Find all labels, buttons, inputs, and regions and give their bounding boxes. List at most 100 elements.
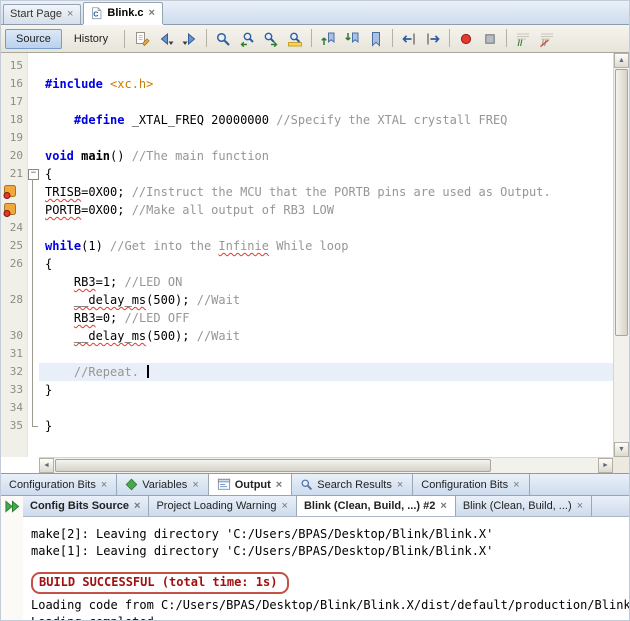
code-line[interactable]: 31 — [1, 345, 613, 363]
editor-horizontal-scrollbar[interactable]: ◄ ► — [39, 457, 613, 473]
editor-vertical-scrollbar[interactable]: ▲ ▼ — [613, 53, 629, 457]
code-line[interactable]: 26 { — [1, 255, 613, 273]
code-line[interactable]: 28 __delay_ms(500); //Wait — [1, 291, 613, 309]
source-view-button[interactable]: Source — [5, 28, 62, 49]
code-line[interactable]: 21 { — [1, 165, 613, 183]
tab-close-icon[interactable]: × — [66, 9, 74, 20]
code-line[interactable]: 24 — [1, 219, 613, 237]
find-selection-button[interactable] — [211, 27, 235, 51]
shift-right-button[interactable] — [421, 27, 445, 51]
line-number-gutter[interactable]: 17 — [1, 93, 27, 111]
find-previous-button[interactable] — [235, 27, 259, 51]
output-tab-config-bits-source[interactable]: Config Bits Source × — [23, 496, 150, 516]
line-number-gutter[interactable]: 15 — [1, 57, 27, 75]
code-line[interactable]: PORTB=0X00; //Make all output of RB3 LOW — [1, 201, 613, 219]
history-view-button[interactable]: History — [63, 29, 119, 49]
code-line[interactable]: 15 — [1, 57, 613, 75]
code-line[interactable]: 30 __delay_ms(500); //Wait — [1, 327, 613, 345]
line-number-gutter[interactable]: 28 — [1, 291, 27, 309]
line-number-gutter[interactable]: 19 — [1, 129, 27, 147]
tab-close-icon[interactable]: × — [275, 479, 283, 490]
code-line[interactable]: 18 #define _XTAL_FREQ 20000000 //Specify… — [1, 111, 613, 129]
code-line[interactable]: 34 — [1, 399, 613, 417]
scroll-left-button[interactable]: ◄ — [39, 458, 54, 473]
panel-tab-configuration-bits[interactable]: Configuration Bits × — [413, 474, 530, 495]
tab-close-icon[interactable]: × — [439, 501, 447, 512]
find-next-button[interactable] — [259, 27, 283, 51]
output-tab-blink-clean-build-2[interactable]: Blink (Clean, Build, ...) #2 × — [296, 496, 456, 516]
toolbar-separator — [506, 28, 508, 47]
back-button[interactable] — [154, 27, 178, 51]
previous-bookmark-button[interactable] — [316, 27, 340, 51]
code-editor[interactable]: 15 16 #include <xc.h> 17 18 #define _XTAL_FR… — [1, 53, 629, 473]
tab-close-icon[interactable]: × — [281, 501, 289, 512]
tab-close-icon[interactable]: × — [100, 479, 108, 490]
panel-tab-configuration-bits[interactable]: Configuration Bits × — [1, 474, 118, 495]
horizontal-scroll-thumb[interactable] — [55, 459, 492, 472]
code-line[interactable]: 17 — [1, 93, 613, 111]
code-line[interactable]: 19 — [1, 129, 613, 147]
last-edit-button[interactable] — [130, 27, 154, 51]
line-number-gutter[interactable]: 26 — [1, 255, 27, 273]
line-number-gutter[interactable]: 30 — [1, 327, 27, 345]
toggle-highlight-button[interactable] — [283, 27, 307, 51]
macro-stop-button[interactable] — [478, 27, 502, 51]
code-line[interactable]: 25 while(1) //Get into the Infinie While … — [1, 237, 613, 255]
scroll-right-button[interactable]: ► — [598, 458, 613, 473]
line-number-gutter[interactable]: 32 — [1, 363, 27, 381]
panel-tab-variables[interactable]: Variables × — [117, 474, 209, 495]
panel-tab-output[interactable]: Output × — [208, 474, 293, 495]
line-number-gutter[interactable] — [1, 201, 27, 219]
tab-close-icon[interactable]: × — [133, 501, 141, 512]
tab-close-icon[interactable]: × — [396, 479, 404, 490]
tab-close-icon[interactable]: × — [191, 479, 199, 490]
line-number-gutter[interactable]: 20 — [1, 147, 27, 165]
comment-button[interactable]: // — [511, 27, 535, 51]
toggle-bookmark-button[interactable] — [364, 27, 388, 51]
panel-tab-search-results[interactable]: Search Results × — [292, 474, 414, 495]
tab-close-icon[interactable]: × — [576, 501, 584, 512]
fold-margin — [27, 93, 39, 111]
code-line[interactable]: RB3=0; //LED OFF — [1, 309, 613, 327]
code-fold-toggle[interactable] — [27, 165, 39, 183]
output-console[interactable]: make[2]: Leaving directory 'C:/Users/BPA… — [23, 517, 629, 620]
next-bookmark-button[interactable] — [340, 27, 364, 51]
line-number-gutter[interactable] — [1, 309, 27, 327]
line-number-gutter[interactable]: 34 — [1, 399, 27, 417]
scroll-down-button[interactable]: ▼ — [614, 442, 629, 457]
shift-left-button[interactable] — [397, 27, 421, 51]
line-number-gutter[interactable]: 18 — [1, 111, 27, 129]
line-number-gutter[interactable]: 33 — [1, 381, 27, 399]
code-text: #include <xc.h> — [45, 77, 154, 91]
line-number-gutter[interactable] — [1, 183, 27, 201]
line-number-gutter[interactable]: 31 — [1, 345, 27, 363]
vertical-scroll-thumb[interactable] — [615, 69, 628, 336]
rerun-build-button[interactable] — [2, 498, 22, 517]
line-number-gutter[interactable]: 21 — [1, 165, 27, 183]
code-line[interactable]: 16 #include <xc.h> — [1, 75, 613, 93]
uncomment-button[interactable]: // — [535, 27, 559, 51]
line-number-gutter[interactable]: 16 — [1, 75, 27, 93]
line-number-gutter[interactable]: 35 — [1, 417, 27, 435]
output-tab-blink-clean-build[interactable]: Blink (Clean, Build, ...) × — [456, 496, 593, 516]
macro-record-button[interactable] — [454, 27, 478, 51]
editor-tab-start-page[interactable]: Start Page × — [3, 4, 82, 24]
code-line[interactable]: 35} — [1, 417, 613, 435]
code-line[interactable]: 33} — [1, 381, 613, 399]
output-tab-project-loading-warning[interactable]: Project Loading Warning × — [149, 496, 297, 516]
editor-tab-blink-c[interactable]: C Blink.c × — [83, 2, 163, 24]
code-line[interactable]: RB3=1; //LED ON — [1, 273, 613, 291]
code-text: #define _XTAL_FREQ 20000000 //Specify th… — [73, 113, 508, 127]
line-number-gutter[interactable]: 25 — [1, 237, 27, 255]
code-area[interactable]: 15 16 #include <xc.h> 17 18 #define _XTAL_FR… — [1, 53, 613, 457]
tab-close-icon[interactable]: × — [512, 479, 520, 490]
line-number-gutter[interactable]: 24 — [1, 219, 27, 237]
scroll-up-button[interactable]: ▲ — [614, 53, 629, 68]
forward-button[interactable] — [178, 27, 202, 51]
output-icon — [217, 478, 231, 491]
tab-close-icon[interactable]: × — [148, 8, 156, 19]
code-line[interactable]: 20 void main() //The main function — [1, 147, 613, 165]
code-line[interactable]: TRISB=0X00; //Instruct the MCU that the … — [1, 183, 613, 201]
code-line[interactable]: 32 //Repeat. — [1, 363, 613, 381]
line-number-gutter[interactable] — [1, 273, 27, 291]
